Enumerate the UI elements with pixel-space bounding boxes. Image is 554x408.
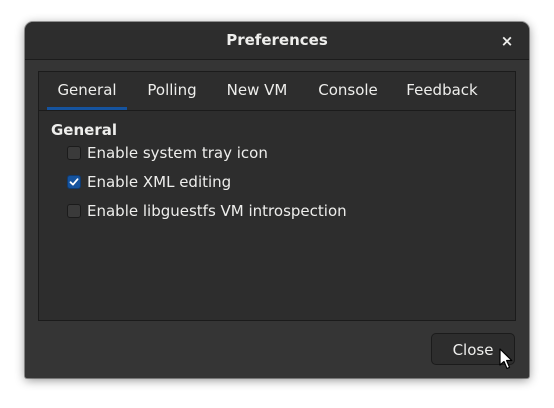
libguestfs-option[interactable]: Enable libguestfs VM introspection: [67, 201, 347, 221]
checkmark-icon: [69, 178, 79, 186]
tab-new-vm[interactable]: New VM: [217, 72, 297, 108]
libguestfs-checkbox[interactable]: [67, 204, 81, 218]
preferences-dialog: Preferences × General Polling New VM Con…: [25, 22, 529, 378]
tab-polling[interactable]: Polling: [135, 72, 209, 108]
close-icon[interactable]: ×: [497, 31, 517, 51]
tab-bar: General Polling New VM Console Feedback: [39, 72, 515, 111]
system-tray-option[interactable]: Enable system tray icon: [67, 143, 268, 163]
window-title: Preferences: [226, 31, 328, 49]
section-heading-general: General: [51, 121, 117, 139]
tab-general[interactable]: General: [47, 72, 127, 110]
general-panel: General Enable system tray icon Enable X…: [39, 111, 515, 320]
xml-editing-label: Enable XML editing: [87, 173, 232, 191]
xml-editing-checkbox[interactable]: [67, 175, 81, 189]
mouse-pointer-icon: [499, 348, 513, 370]
xml-editing-option[interactable]: Enable XML editing: [67, 172, 231, 192]
tab-console[interactable]: Console: [309, 72, 387, 108]
libguestfs-label: Enable libguestfs VM introspection: [87, 202, 347, 220]
system-tray-checkbox[interactable]: [67, 146, 81, 160]
preferences-notebook: General Polling New VM Console Feedback …: [38, 71, 516, 321]
title-bar: Preferences ×: [25, 22, 529, 60]
tab-feedback[interactable]: Feedback: [397, 72, 487, 108]
system-tray-label: Enable system tray icon: [87, 144, 268, 162]
